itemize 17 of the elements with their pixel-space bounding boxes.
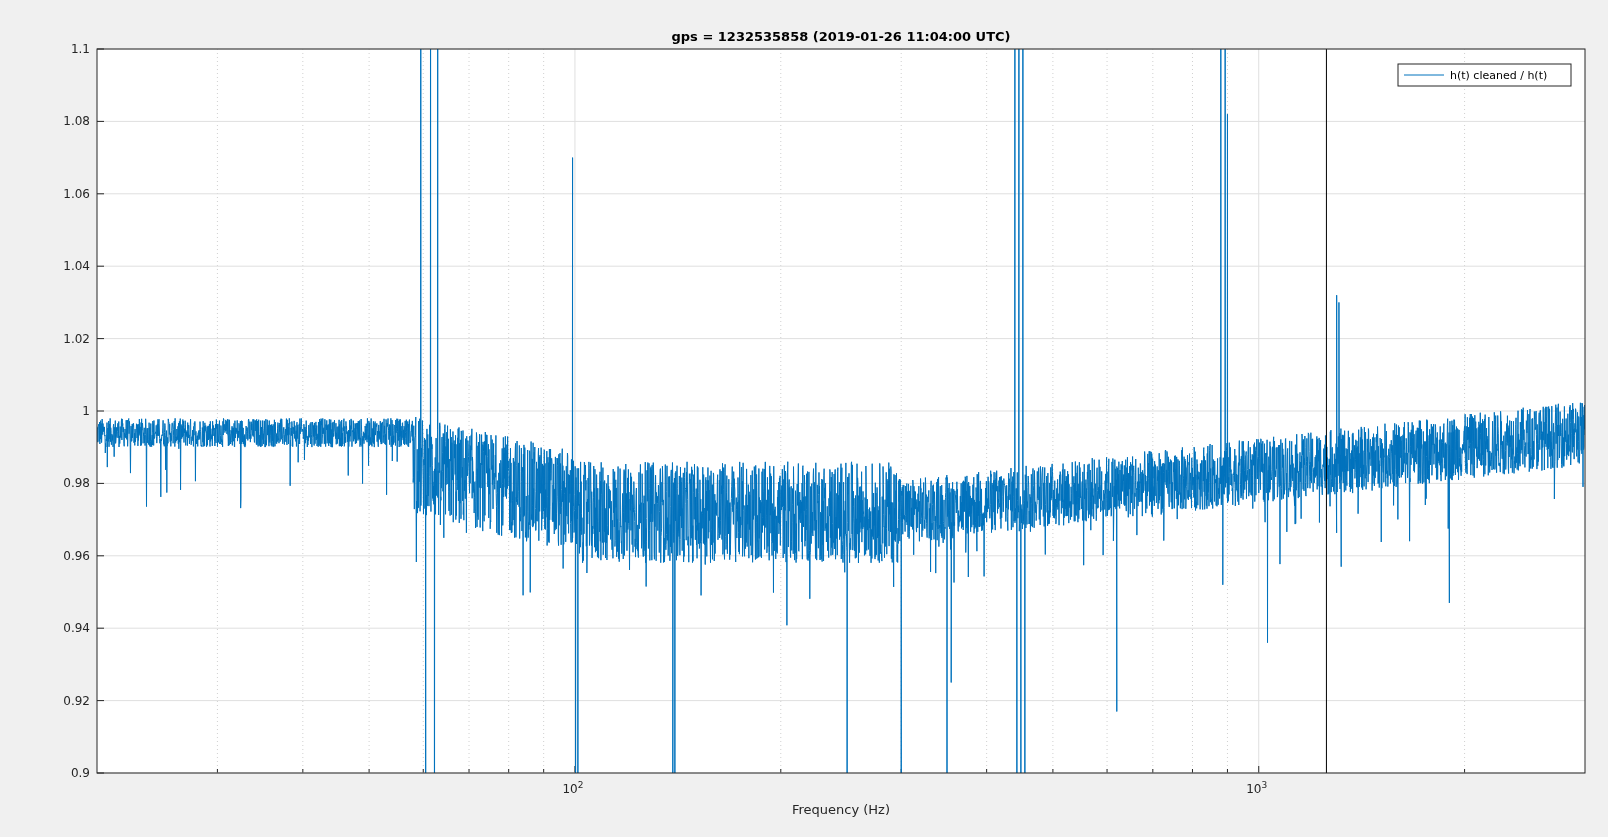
y-tick-label: 1.06 bbox=[63, 186, 90, 201]
y-tick-label: 1.04 bbox=[63, 259, 90, 274]
x-tick-label: 10$^{3}$ bbox=[1246, 780, 1268, 796]
y-tick-label: 0.92 bbox=[63, 693, 90, 708]
x-tick-label: 10$^{2}$ bbox=[562, 780, 584, 796]
legend-label: h(t) cleaned / h(t) bbox=[1450, 69, 1548, 82]
y-tick-label: 1.02 bbox=[63, 331, 90, 346]
y-tick-label: 1.1 bbox=[70, 42, 90, 56]
y-tick-label: 0.96 bbox=[63, 548, 90, 563]
chart-title: gps = 1232535858 (2019-01-26 11:04:00 UTC) bbox=[671, 29, 1011, 44]
y-tick-label: 0.94 bbox=[63, 621, 90, 636]
legend-line bbox=[1403, 74, 1445, 76]
y-tick-label: 1 bbox=[82, 404, 90, 418]
y-tick-label: 0.9 bbox=[70, 766, 90, 780]
y-tick-label: 1.08 bbox=[63, 114, 90, 129]
y-tick-label: 0.98 bbox=[63, 476, 90, 491]
x-axis-label: Frequency (Hz) bbox=[792, 802, 890, 817]
